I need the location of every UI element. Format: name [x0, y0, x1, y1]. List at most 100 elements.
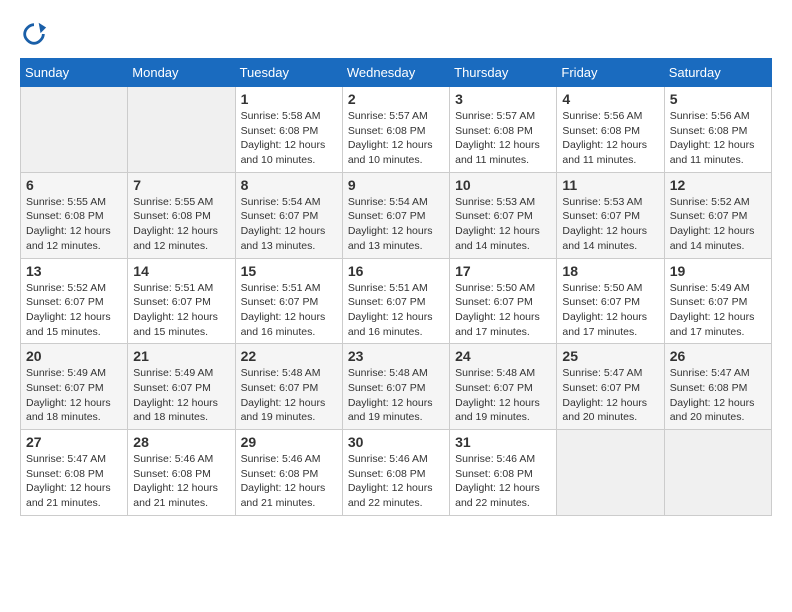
day-info: Sunrise: 5:46 AM Sunset: 6:08 PM Dayligh… [133, 452, 229, 511]
day-info: Sunrise: 5:46 AM Sunset: 6:08 PM Dayligh… [241, 452, 337, 511]
day-number: 21 [133, 348, 229, 364]
day-info: Sunrise: 5:46 AM Sunset: 6:08 PM Dayligh… [455, 452, 551, 511]
calendar-cell: 28 Sunrise: 5:46 AM Sunset: 6:08 PM Dayli… [128, 430, 235, 516]
day-number: 12 [670, 177, 766, 193]
day-info: Sunrise: 5:55 AM Sunset: 6:08 PM Dayligh… [26, 195, 122, 254]
day-number: 5 [670, 91, 766, 107]
calendar-table: SundayMondayTuesdayWednesdayThursdayFrid… [20, 58, 772, 516]
header-thursday: Thursday [450, 59, 557, 87]
calendar-cell: 26 Sunrise: 5:47 AM Sunset: 6:08 PM Dayli… [664, 344, 771, 430]
day-info: Sunrise: 5:55 AM Sunset: 6:08 PM Dayligh… [133, 195, 229, 254]
day-info: Sunrise: 5:52 AM Sunset: 6:07 PM Dayligh… [26, 281, 122, 340]
day-info: Sunrise: 5:57 AM Sunset: 6:08 PM Dayligh… [348, 109, 444, 168]
header-saturday: Saturday [664, 59, 771, 87]
day-number: 1 [241, 91, 337, 107]
calendar-cell: 18Sunrise: 5:50 AM Sunset: 6:07 PM Dayli… [557, 258, 664, 344]
day-number: 27 [26, 434, 122, 450]
calendar-cell: 12 Sunrise: 5:52 AM Sunset: 6:07 PM Dayli… [664, 172, 771, 258]
day-info: Sunrise: 5:56 AM Sunset: 6:08 PM Dayligh… [562, 109, 658, 168]
calendar-cell: 7 Sunrise: 5:55 AM Sunset: 6:08 PM Daylig… [128, 172, 235, 258]
calendar-cell: 25 Sunrise: 5:47 AM Sunset: 6:07 PM Dayli… [557, 344, 664, 430]
calendar-week-row: 20 Sunrise: 5:49 AM Sunset: 6:07 PM Dayli… [21, 344, 772, 430]
calendar-cell: 8 Sunrise: 5:54 AM Sunset: 6:07 PM Daylig… [235, 172, 342, 258]
day-info: Sunrise: 5:47 AM Sunset: 6:07 PM Dayligh… [562, 366, 658, 425]
day-info: Sunrise: 5:49 AM Sunset: 6:07 PM Dayligh… [133, 366, 229, 425]
day-number: 10 [455, 177, 551, 193]
header-sunday: Sunday [21, 59, 128, 87]
calendar-cell: 5 Sunrise: 5:56 AM Sunset: 6:08 PM Daylig… [664, 87, 771, 173]
calendar-cell: 2 Sunrise: 5:57 AM Sunset: 6:08 PM Daylig… [342, 87, 449, 173]
calendar-cell: 22Sunrise: 5:48 AM Sunset: 6:07 PM Dayli… [235, 344, 342, 430]
day-info: Sunrise: 5:48 AM Sunset: 6:07 PM Dayligh… [348, 366, 444, 425]
logo-icon [20, 20, 48, 48]
day-number: 25 [562, 348, 658, 364]
day-number: 30 [348, 434, 444, 450]
day-info: Sunrise: 5:53 AM Sunset: 6:07 PM Dayligh… [562, 195, 658, 254]
day-info: Sunrise: 5:48 AM Sunset: 6:07 PM Dayligh… [241, 366, 337, 425]
day-number: 17 [455, 263, 551, 279]
calendar-cell: 14Sunrise: 5:51 AM Sunset: 6:07 PM Dayli… [128, 258, 235, 344]
day-info: Sunrise: 5:49 AM Sunset: 6:07 PM Dayligh… [26, 366, 122, 425]
calendar-cell: 21 Sunrise: 5:49 AM Sunset: 6:07 PM Dayli… [128, 344, 235, 430]
calendar-cell: 3 Sunrise: 5:57 AM Sunset: 6:08 PM Daylig… [450, 87, 557, 173]
calendar-week-row: 27 Sunrise: 5:47 AM Sunset: 6:08 PM Dayli… [21, 430, 772, 516]
calendar-cell [664, 430, 771, 516]
day-number: 31 [455, 434, 551, 450]
day-info: Sunrise: 5:52 AM Sunset: 6:07 PM Dayligh… [670, 195, 766, 254]
header-friday: Friday [557, 59, 664, 87]
calendar-cell: 10 Sunrise: 5:53 AM Sunset: 6:07 PM Dayli… [450, 172, 557, 258]
calendar-cell [557, 430, 664, 516]
calendar-cell: 29 Sunrise: 5:46 AM Sunset: 6:08 PM Dayli… [235, 430, 342, 516]
day-number: 16 [348, 263, 444, 279]
day-number: 29 [241, 434, 337, 450]
calendar-cell: 23 Sunrise: 5:48 AM Sunset: 6:07 PM Dayli… [342, 344, 449, 430]
calendar-cell: 17 Sunrise: 5:50 AM Sunset: 6:07 PM Dayli… [450, 258, 557, 344]
day-number: 7 [133, 177, 229, 193]
calendar-cell [128, 87, 235, 173]
day-info: Sunrise: 5:50 AM Sunset: 6:07 PM Dayligh… [455, 281, 551, 340]
day-number: 23 [348, 348, 444, 364]
calendar-cell: 27 Sunrise: 5:47 AM Sunset: 6:08 PM Dayli… [21, 430, 128, 516]
calendar-cell: 16 Sunrise: 5:51 AM Sunset: 6:07 PM Dayli… [342, 258, 449, 344]
day-number: 28 [133, 434, 229, 450]
calendar-cell: 1 Sunrise: 5:58 AM Sunset: 6:08 PM Daylig… [235, 87, 342, 173]
day-info: Sunrise: 5:49 AM Sunset: 6:07 PM Dayligh… [670, 281, 766, 340]
day-number: 19 [670, 263, 766, 279]
day-info: Sunrise: 5:51 AM Sunset: 6:07 PM Dayligh… [241, 281, 337, 340]
day-number: 14 [133, 263, 229, 279]
day-number: 15 [241, 263, 337, 279]
day-info: Sunrise: 5:47 AM Sunset: 6:08 PM Dayligh… [670, 366, 766, 425]
calendar-header-row: SundayMondayTuesdayWednesdayThursdayFrid… [21, 59, 772, 87]
page-header [20, 20, 772, 48]
day-info: Sunrise: 5:53 AM Sunset: 6:07 PM Dayligh… [455, 195, 551, 254]
day-info: Sunrise: 5:51 AM Sunset: 6:07 PM Dayligh… [348, 281, 444, 340]
day-info: Sunrise: 5:58 AM Sunset: 6:08 PM Dayligh… [241, 109, 337, 168]
calendar-cell: 19 Sunrise: 5:49 AM Sunset: 6:07 PM Dayli… [664, 258, 771, 344]
day-number: 24 [455, 348, 551, 364]
header-monday: Monday [128, 59, 235, 87]
day-info: Sunrise: 5:54 AM Sunset: 6:07 PM Dayligh… [241, 195, 337, 254]
day-info: Sunrise: 5:56 AM Sunset: 6:08 PM Dayligh… [670, 109, 766, 168]
calendar-cell: 6 Sunrise: 5:55 AM Sunset: 6:08 PM Daylig… [21, 172, 128, 258]
day-number: 11 [562, 177, 658, 193]
day-number: 4 [562, 91, 658, 107]
day-number: 13 [26, 263, 122, 279]
day-number: 8 [241, 177, 337, 193]
day-info: Sunrise: 5:50 AM Sunset: 6:07 PM Dayligh… [562, 281, 658, 340]
day-info: Sunrise: 5:46 AM Sunset: 6:08 PM Dayligh… [348, 452, 444, 511]
day-number: 26 [670, 348, 766, 364]
day-number: 2 [348, 91, 444, 107]
header-tuesday: Tuesday [235, 59, 342, 87]
logo [20, 20, 52, 48]
day-info: Sunrise: 5:54 AM Sunset: 6:07 PM Dayligh… [348, 195, 444, 254]
day-number: 20 [26, 348, 122, 364]
day-info: Sunrise: 5:57 AM Sunset: 6:08 PM Dayligh… [455, 109, 551, 168]
calendar-cell: 15 Sunrise: 5:51 AM Sunset: 6:07 PM Dayli… [235, 258, 342, 344]
day-number: 6 [26, 177, 122, 193]
calendar-cell: 30 Sunrise: 5:46 AM Sunset: 6:08 PM Dayli… [342, 430, 449, 516]
calendar-cell: 4 Sunrise: 5:56 AM Sunset: 6:08 PM Daylig… [557, 87, 664, 173]
header-wednesday: Wednesday [342, 59, 449, 87]
calendar-cell: 31 Sunrise: 5:46 AM Sunset: 6:08 PM Dayli… [450, 430, 557, 516]
day-number: 3 [455, 91, 551, 107]
day-info: Sunrise: 5:47 AM Sunset: 6:08 PM Dayligh… [26, 452, 122, 511]
